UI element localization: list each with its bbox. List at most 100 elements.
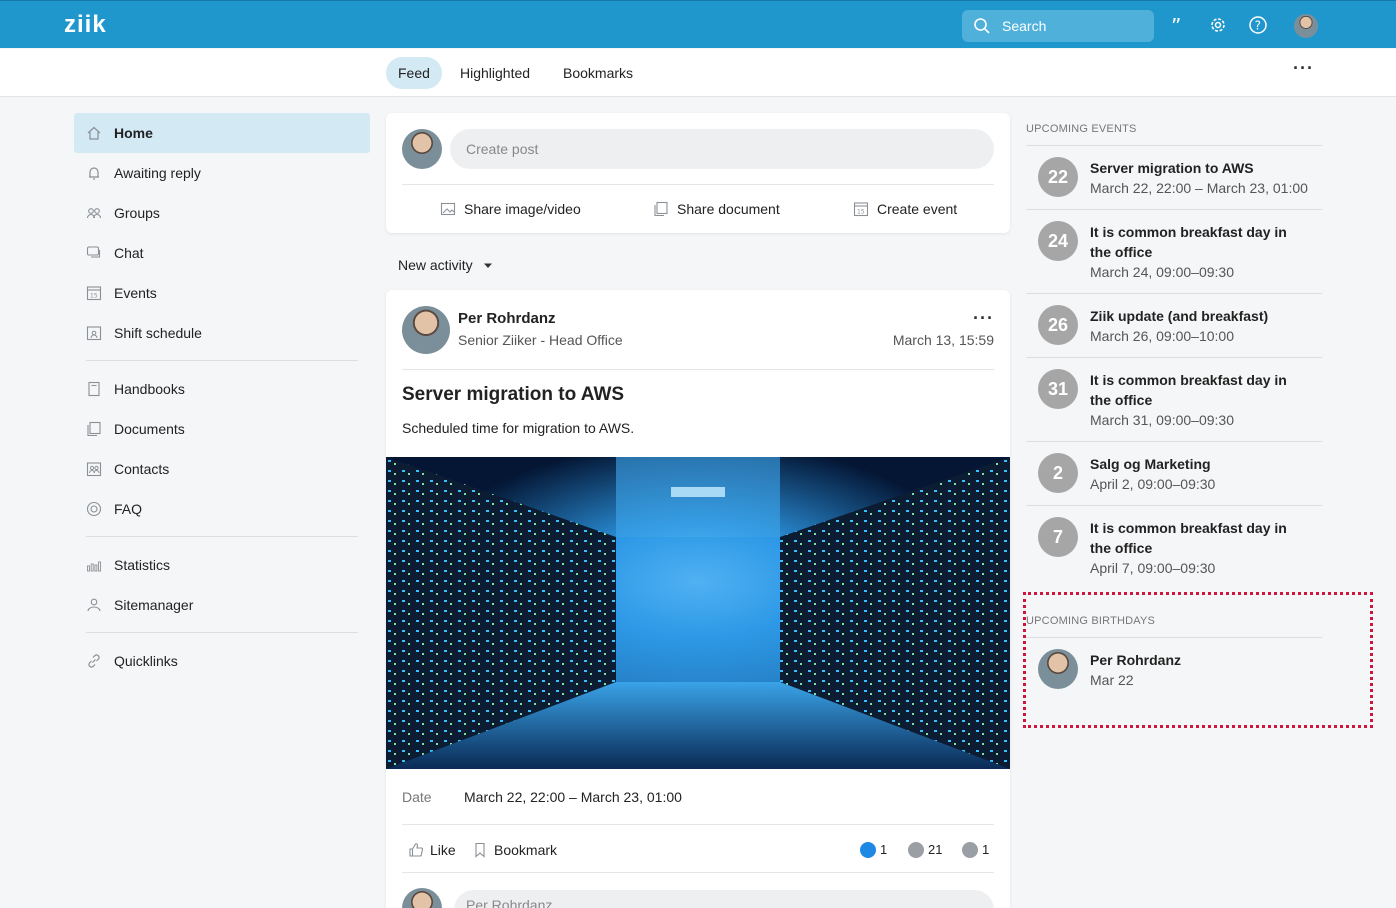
- ziik-logo[interactable]: ziik: [64, 11, 107, 39]
- event-date-label: Date: [402, 789, 432, 805]
- sidebar-item-label: FAQ: [114, 501, 143, 517]
- events-divider: [1026, 357, 1322, 358]
- more-options-icon[interactable]: ···: [1293, 58, 1314, 79]
- upcoming-events-heading: UPCOMING EVENTS: [1026, 123, 1137, 135]
- bookmark-button[interactable]: Bookmark: [475, 842, 557, 858]
- caret-down-icon: [483, 263, 492, 269]
- composer-divider: [402, 184, 994, 185]
- sidebar-item-label: Sitemanager: [114, 597, 194, 613]
- event-time: March 24, 09:00–09:30: [1090, 264, 1234, 280]
- event-day-badge: 2: [1038, 453, 1078, 493]
- event-time: March 31, 09:00–09:30: [1090, 412, 1234, 428]
- post-more-options-icon[interactable]: ···: [973, 308, 994, 329]
- tabs-bar: Feed Highlighted Bookmarks ···: [0, 49, 1396, 97]
- likes-count[interactable]: 1: [860, 842, 887, 858]
- sidebar-item-label: Quicklinks: [114, 653, 178, 669]
- views-count[interactable]: 21: [908, 842, 942, 858]
- quote-icon[interactable]: ”: [1168, 15, 1188, 35]
- post-timestamp: March 13, 15:59: [892, 332, 994, 348]
- sidebar-item-label: Awaiting reply: [114, 165, 201, 181]
- views-icon: [908, 842, 924, 858]
- image-icon: [440, 202, 456, 216]
- sidebar-item-label: Chat: [114, 245, 144, 261]
- create-post-input[interactable]: Create post: [450, 129, 994, 169]
- like-button[interactable]: Like: [409, 842, 456, 858]
- event-title: It is common breakfast day in the office: [1090, 224, 1287, 260]
- comment-avatar: [402, 888, 442, 908]
- sidebar-item-awaiting-reply[interactable]: Awaiting reply: [74, 153, 370, 193]
- comments-count[interactable]: 1: [962, 842, 989, 858]
- event-day-badge: 7: [1038, 517, 1078, 557]
- gear-icon[interactable]: [1208, 15, 1228, 35]
- contacts-icon: [86, 462, 102, 477]
- share-image-button[interactable]: Share image/video: [440, 201, 581, 217]
- create-post-card: Create post Share image/video Share docu…: [386, 113, 1010, 233]
- activity-filter-dropdown[interactable]: New activity: [398, 257, 493, 273]
- tab-bookmarks[interactable]: Bookmarks: [551, 57, 645, 89]
- sidebar-divider: [86, 632, 358, 633]
- events-divider: [1026, 441, 1322, 442]
- events-divider: [1026, 505, 1322, 506]
- create-event-button[interactable]: 15 Create event: [853, 201, 957, 217]
- calendar-icon: 15: [853, 202, 869, 217]
- user-avatar[interactable]: [1294, 14, 1318, 38]
- sidebar-item-groups[interactable]: Groups: [74, 193, 370, 233]
- lifebuoy-icon: [86, 501, 102, 517]
- sidebar-item-sitemanager[interactable]: Sitemanager: [74, 585, 370, 625]
- post-divider: [402, 369, 994, 370]
- events-divider: [1026, 293, 1322, 294]
- documents-icon: [87, 421, 101, 437]
- like-count-icon: [860, 842, 876, 858]
- post-author-name[interactable]: Per Rohrdanz: [458, 310, 556, 327]
- event-title: It is common breakfast day in the office: [1090, 520, 1287, 556]
- sidebar-item-home[interactable]: Home: [74, 113, 370, 153]
- event-title: It is common breakfast day in the office: [1090, 372, 1287, 408]
- post-divider: [402, 824, 994, 825]
- sidebar-item-label: Contacts: [114, 461, 170, 477]
- sidebar-item-label: Handbooks: [114, 381, 185, 397]
- help-icon[interactable]: ?: [1248, 15, 1268, 35]
- link-icon: [88, 654, 100, 668]
- sidebar-item-documents[interactable]: Documents: [74, 409, 370, 449]
- calendar-icon: 15: [86, 286, 102, 301]
- event-time: April 2, 09:00–09:30: [1090, 476, 1216, 492]
- event-day-badge: 22: [1038, 157, 1078, 197]
- server-room-image: [386, 457, 1010, 769]
- sidebar-item-events[interactable]: 15 Events: [74, 273, 370, 313]
- activity-filter-label: New activity: [398, 257, 473, 273]
- thumbs-up-icon: [409, 843, 424, 857]
- event-title: Ziik update (and breakfast): [1090, 308, 1269, 324]
- book-icon: [88, 381, 100, 397]
- sidebar-item-handbooks[interactable]: Handbooks: [74, 369, 370, 409]
- post-author-avatar[interactable]: [402, 306, 450, 354]
- event-time: March 26, 09:00–10:00: [1090, 328, 1234, 344]
- post-image[interactable]: [386, 457, 1010, 769]
- composer-avatar: [402, 129, 442, 169]
- share-document-button[interactable]: Share document: [654, 201, 780, 217]
- sidebar-item-quicklinks[interactable]: Quicklinks: [74, 641, 370, 681]
- sidebar-item-faq[interactable]: FAQ: [74, 489, 370, 529]
- events-divider: [1026, 145, 1322, 146]
- tab-feed[interactable]: Feed: [386, 57, 442, 89]
- sidebar-item-label: Statistics: [114, 557, 171, 573]
- comment-icon: [962, 842, 978, 858]
- tab-highlighted[interactable]: Highlighted: [448, 57, 542, 89]
- groups-icon: [86, 208, 102, 219]
- search-field[interactable]: Search: [962, 10, 1154, 42]
- post-author-subtitle: Senior Ziiker - Head Office: [458, 332, 623, 348]
- sidebar-item-label: Groups: [114, 205, 160, 221]
- sidebar-item-statistics[interactable]: Statistics: [74, 545, 370, 585]
- sidebar-item-shift-schedule[interactable]: Shift schedule: [74, 313, 370, 353]
- comment-author-preview[interactable]: Per Rohrdanz: [454, 890, 994, 908]
- event-day-badge: 26: [1038, 305, 1078, 345]
- event-date-value: March 22, 22:00 – March 23, 01:00: [464, 789, 682, 805]
- svg-text:?: ?: [1255, 19, 1261, 33]
- svg-text:15: 15: [90, 293, 98, 300]
- sidebar-item-contacts[interactable]: Contacts: [74, 449, 370, 489]
- search-icon: [974, 18, 990, 34]
- sidebar-item-chat[interactable]: Chat: [74, 233, 370, 273]
- home-icon: [87, 126, 101, 140]
- sitemanager-icon: [87, 598, 101, 612]
- svg-text:”: ”: [1171, 15, 1181, 35]
- chat-icon: [86, 246, 101, 258]
